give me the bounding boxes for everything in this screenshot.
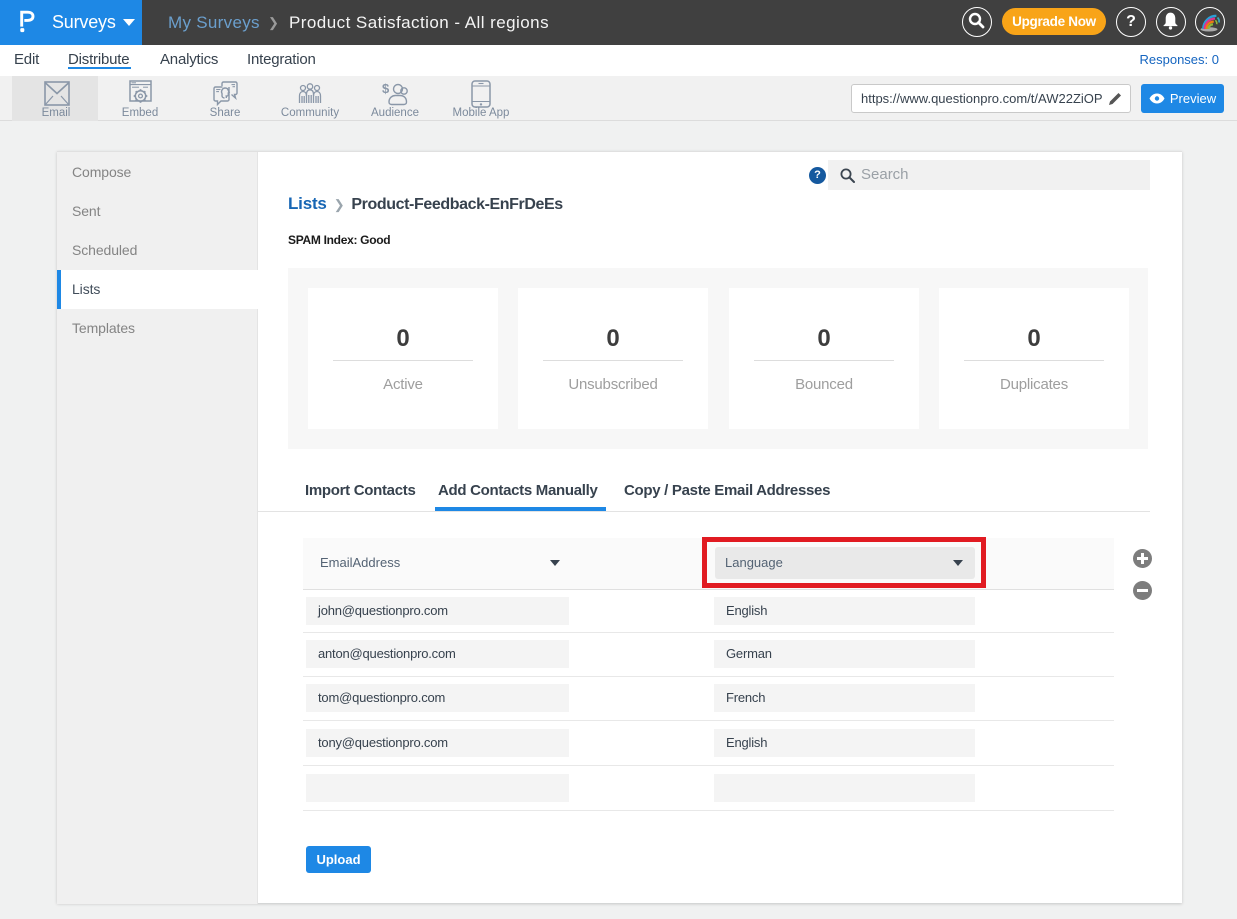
svg-text:$: $ (382, 81, 390, 96)
